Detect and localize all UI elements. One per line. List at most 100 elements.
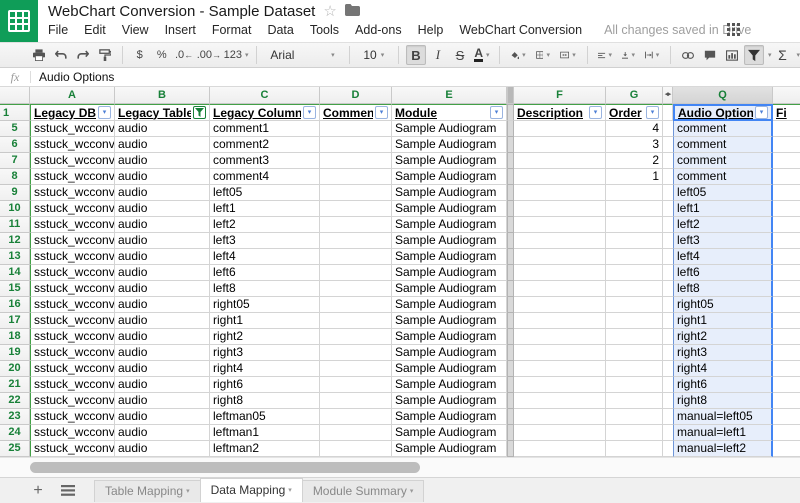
- row-header[interactable]: 19: [0, 345, 30, 361]
- functions-caret[interactable]: ▾: [797, 51, 800, 59]
- cell-D[interactable]: [320, 313, 392, 329]
- menu-view[interactable]: View: [122, 23, 149, 37]
- cell-Q[interactable]: left05: [673, 185, 773, 201]
- cell-Q[interactable]: right05: [673, 297, 773, 313]
- cell-C1[interactable]: Legacy Column▾: [210, 104, 320, 121]
- cell-A1[interactable]: Legacy DB▾: [30, 104, 115, 121]
- cell-G[interactable]: [606, 393, 663, 409]
- undo-button[interactable]: [51, 45, 71, 65]
- vertical-align-button[interactable]: ▾: [618, 45, 639, 65]
- cell-G[interactable]: 4: [606, 121, 663, 137]
- cell-F[interactable]: [514, 297, 606, 313]
- cell-G[interactable]: [606, 441, 663, 457]
- cell-D[interactable]: [320, 265, 392, 281]
- doc-title[interactable]: WebChart Conversion - Sample Dataset: [48, 3, 315, 20]
- row-header[interactable]: 17: [0, 313, 30, 329]
- cell-C[interactable]: leftman05: [210, 409, 320, 425]
- cell-D[interactable]: [320, 121, 392, 137]
- column-header-Q[interactable]: Q: [673, 87, 773, 104]
- cell-B[interactable]: audio: [115, 121, 210, 137]
- row-header[interactable]: 23: [0, 409, 30, 425]
- text-wrap-button[interactable]: ▾: [641, 45, 663, 65]
- cell-partial[interactable]: [773, 281, 800, 297]
- format-currency-button[interactable]: $: [130, 45, 150, 65]
- cell-A[interactable]: sstuck_wcconv: [30, 441, 115, 457]
- cell-E[interactable]: Sample Audiogram: [392, 217, 507, 233]
- cell-partial[interactable]: [773, 425, 800, 441]
- row-header[interactable]: 14: [0, 265, 30, 281]
- cell-F[interactable]: [514, 409, 606, 425]
- cell-A[interactable]: sstuck_wcconv: [30, 425, 115, 441]
- cell-F[interactable]: [514, 313, 606, 329]
- row-header[interactable]: 24: [0, 425, 30, 441]
- cell-C[interactable]: right6: [210, 377, 320, 393]
- cell-E[interactable]: Sample Audiogram: [392, 169, 507, 185]
- cell-D[interactable]: [320, 441, 392, 457]
- cell-B[interactable]: audio: [115, 265, 210, 281]
- cell-F[interactable]: [514, 121, 606, 137]
- row-header[interactable]: 15: [0, 281, 30, 297]
- cell-C[interactable]: left3: [210, 233, 320, 249]
- cell-E[interactable]: Sample Audiogram: [392, 249, 507, 265]
- cell-C[interactable]: left8: [210, 281, 320, 297]
- cell-E[interactable]: Sample Audiogram: [392, 313, 507, 329]
- cell-B[interactable]: audio: [115, 345, 210, 361]
- cell-A[interactable]: sstuck_wcconv: [30, 233, 115, 249]
- strikethrough-button[interactable]: S: [450, 45, 470, 65]
- cell-F[interactable]: [514, 345, 606, 361]
- cell-A[interactable]: sstuck_wcconv: [30, 329, 115, 345]
- row-header[interactable]: 1: [0, 104, 30, 121]
- increase-decimal-button[interactable]: .00→: [196, 45, 221, 65]
- cell-D1[interactable]: Comments▾: [320, 104, 392, 121]
- decrease-decimal-button[interactable]: .0←: [174, 45, 195, 65]
- menu-data[interactable]: Data: [267, 23, 293, 37]
- cell-D[interactable]: [320, 377, 392, 393]
- cell-D[interactable]: [320, 169, 392, 185]
- cell-partial[interactable]: [773, 249, 800, 265]
- cell-E[interactable]: Sample Audiogram: [392, 281, 507, 297]
- cell-G[interactable]: [606, 265, 663, 281]
- row-header[interactable]: 12: [0, 233, 30, 249]
- cell-C[interactable]: leftman1: [210, 425, 320, 441]
- column-header-C[interactable]: C: [210, 87, 320, 104]
- cell-partial[interactable]: [773, 409, 800, 425]
- cell-G[interactable]: 1: [606, 169, 663, 185]
- filter-dropdown-icon[interactable]: ▾: [98, 106, 111, 119]
- cell-Q[interactable]: right3: [673, 345, 773, 361]
- cell-Q[interactable]: comment: [673, 121, 773, 137]
- tab-table-mapping[interactable]: Table Mapping▾: [94, 480, 201, 502]
- cell-Q[interactable]: left6: [673, 265, 773, 281]
- cell-A[interactable]: sstuck_wcconv: [30, 313, 115, 329]
- cell-D[interactable]: [320, 233, 392, 249]
- cell-B1[interactable]: Legacy Table: [115, 104, 210, 121]
- cell-D[interactable]: [320, 393, 392, 409]
- cell-B[interactable]: audio: [115, 409, 210, 425]
- cell-E[interactable]: Sample Audiogram: [392, 297, 507, 313]
- cell-C[interactable]: comment1: [210, 121, 320, 137]
- cell-Q[interactable]: comment: [673, 169, 773, 185]
- row-header[interactable]: 20: [0, 361, 30, 377]
- cell-A[interactable]: sstuck_wcconv: [30, 153, 115, 169]
- cell-G[interactable]: [606, 345, 663, 361]
- bold-button[interactable]: B: [406, 45, 426, 65]
- cell-A[interactable]: sstuck_wcconv: [30, 377, 115, 393]
- column-header-partial[interactable]: [773, 87, 800, 104]
- cell-E[interactable]: Sample Audiogram: [392, 409, 507, 425]
- cell-partial[interactable]: [773, 153, 800, 169]
- cell-E[interactable]: Sample Audiogram: [392, 121, 507, 137]
- row-header[interactable]: 21: [0, 377, 30, 393]
- cell-Q[interactable]: left8: [673, 281, 773, 297]
- cell-D[interactable]: [320, 185, 392, 201]
- cell-A[interactable]: sstuck_wcconv: [30, 201, 115, 217]
- cell-E[interactable]: Sample Audiogram: [392, 345, 507, 361]
- cell-D[interactable]: [320, 361, 392, 377]
- borders-button[interactable]: ▾: [532, 45, 554, 65]
- hidden-columns-marker[interactable]: ◂▸: [663, 87, 673, 104]
- cell-E[interactable]: Sample Audiogram: [392, 201, 507, 217]
- cell-F[interactable]: [514, 201, 606, 217]
- column-header-A[interactable]: A: [30, 87, 115, 104]
- cell-A[interactable]: sstuck_wcconv: [30, 297, 115, 313]
- cell-G1[interactable]: Order▾: [606, 104, 663, 121]
- cell-D[interactable]: [320, 425, 392, 441]
- cell-F[interactable]: [514, 153, 606, 169]
